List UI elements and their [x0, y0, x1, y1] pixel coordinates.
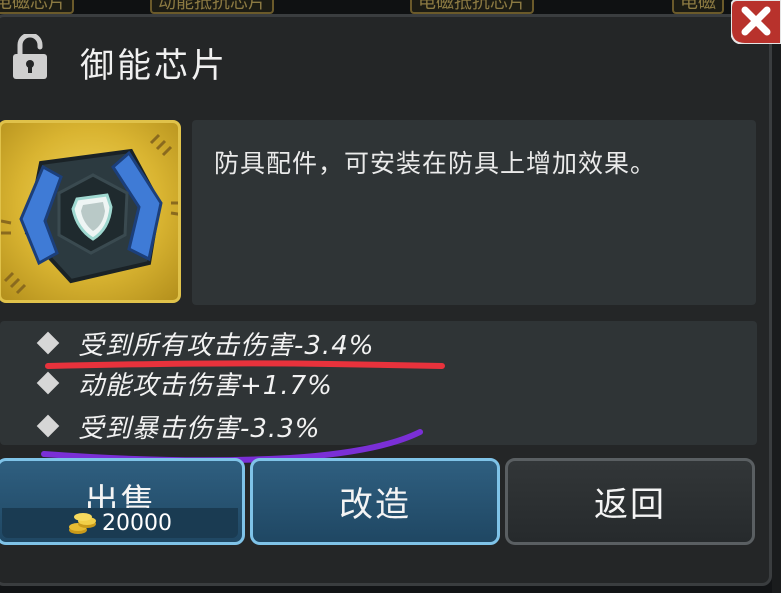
stats-box: 受到所有攻击伤害-3.4% 动能攻击伤害+1.7% 受到暴击伤害-3.3%	[0, 321, 757, 445]
back-button[interactable]: 返回	[505, 458, 755, 545]
stat-text: 受到暴击伤害-3.3%	[78, 413, 321, 444]
unlocked-padlock-icon[interactable]	[12, 34, 48, 80]
background-tab: 电磁抵抗芯片	[410, 0, 534, 14]
description-box: 防具配件，可安装在防具上增加效果。	[192, 120, 756, 305]
right-edge-strip	[772, 14, 781, 593]
item-description: 防具配件，可安装在防具上增加效果。	[214, 149, 657, 178]
sell-price-row: 20000	[2, 508, 238, 538]
item-icon-frame	[0, 120, 181, 303]
stat-text: 受到所有攻击伤害-3.4%	[78, 330, 375, 361]
modify-button-label: 改造	[339, 485, 411, 525]
diamond-bullet-icon	[36, 371, 60, 395]
background-tab: 动能抵抗芯片	[150, 0, 274, 14]
background-tab: 电磁芯片	[0, 0, 74, 14]
close-x-icon[interactable]	[731, 0, 781, 44]
stat-row: 受到所有攻击伤害-3.4%	[36, 325, 375, 361]
diamond-bullet-icon	[36, 414, 60, 438]
stat-text: 动能攻击伤害+1.7%	[78, 370, 333, 401]
diamond-bullet-icon	[36, 331, 60, 355]
shield-chip-icon	[1, 133, 178, 295]
sell-button[interactable]: 出售 20000	[0, 458, 245, 545]
sell-price: 20000	[102, 510, 172, 536]
stat-row: 受到暴击伤害-3.3%	[36, 408, 321, 444]
stat-row: 动能攻击伤害+1.7%	[36, 365, 333, 401]
item-title: 御能芯片	[80, 46, 228, 86]
background-tab: 电磁	[672, 0, 724, 14]
back-button-label: 返回	[594, 485, 666, 525]
gold-coin-stack-icon	[69, 513, 96, 534]
modify-button[interactable]: 改造	[250, 458, 500, 545]
